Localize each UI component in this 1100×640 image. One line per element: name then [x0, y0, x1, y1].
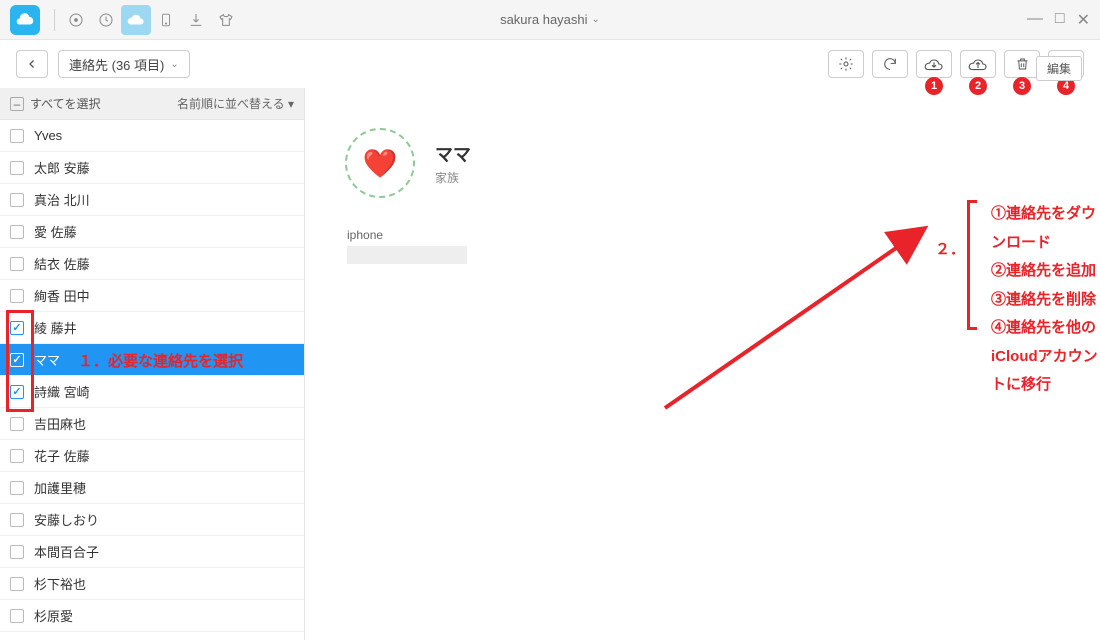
contact-checkbox[interactable] [10, 193, 24, 207]
contact-checkbox[interactable] [10, 609, 24, 623]
sort-arrow-icon: ▾ [288, 97, 294, 111]
annotation-legend-line: ①連絡先をダウンロード [991, 200, 1100, 257]
contact-detail-pane: ❤️ ママ 家族 iphone ２． ①連絡先をダウンロード②連絡先を追加③連絡… [305, 88, 1100, 640]
contact-row-name: 綾 藤井 [34, 318, 77, 337]
annotation-arrow [635, 188, 955, 428]
annotation-legend-line: ③連絡先を削除 [991, 286, 1100, 315]
download-icon[interactable] [181, 5, 211, 35]
contact-row-name: 杉原愛 [34, 606, 73, 625]
breadcrumb-dropdown[interactable]: 連絡先 (36 項目) ⌄ [58, 50, 190, 78]
divider [54, 9, 55, 31]
toolbar: 連絡先 (36 項目) ⌄ 1 2 3 4 [0, 40, 1100, 88]
contact-row[interactable]: 絢香 田中 [0, 280, 304, 312]
contact-row-name: 真治 北川 [34, 190, 90, 209]
contact-row-name: 結衣 佐藤 [34, 254, 90, 273]
breadcrumb-label: 連絡先 (36 項目) [69, 55, 164, 74]
account-dropdown[interactable]: sakura hayashi ⌄ [500, 12, 600, 27]
contact-row[interactable]: 吉田麻也 [0, 408, 304, 440]
contact-row[interactable]: 本間百合子 [0, 536, 304, 568]
select-all-toggle[interactable]: – すべてを選択 [10, 95, 100, 112]
contact-checkbox[interactable] [10, 129, 24, 143]
chevron-down-icon: ⌄ [170, 59, 178, 70]
contact-row-name: 絢香 田中 [34, 286, 90, 305]
sort-dropdown[interactable]: 名前順に並べ替える ▾ [177, 95, 294, 112]
annotation-step2-label: ２． [935, 238, 965, 259]
contact-checkbox[interactable] [10, 513, 24, 527]
delete-button[interactable]: 3 [1004, 50, 1040, 78]
phone-field-value-redacted [347, 246, 467, 264]
contact-row-name: 杉下裕也 [34, 574, 86, 593]
contact-row-name: 加護里穂 [34, 478, 86, 497]
contact-row-name: 吉田麻也 [34, 414, 86, 433]
cloud-upload-button[interactable]: 2 [960, 50, 996, 78]
contact-checkbox[interactable] [10, 449, 24, 463]
contact-row-name: 愛 佐藤 [34, 222, 77, 241]
cloud-download-button[interactable]: 1 [916, 50, 952, 78]
contact-row-name: 花子 佐藤 [34, 446, 90, 465]
phone-icon[interactable] [151, 5, 181, 35]
cloud-icon[interactable] [121, 5, 151, 35]
edit-tooltip: 編集 [1036, 56, 1082, 81]
maximize-button[interactable]: □ [1055, 10, 1065, 30]
contact-row[interactable]: 綾 藤井 [0, 312, 304, 344]
contact-row-name: ママ [34, 350, 60, 369]
contact-checkbox[interactable] [10, 161, 24, 175]
title-bar: sakura hayashi ⌄ — □ ✕ [0, 0, 1100, 40]
window-controls: — □ ✕ [1027, 10, 1090, 30]
contact-row[interactable]: 安藤しおり [0, 504, 304, 536]
minimize-button[interactable]: — [1027, 10, 1043, 30]
annotation-legend-line: ④連絡先を他のiCloudアカウントに移行 [991, 314, 1100, 400]
select-all-label: すべてを選択 [30, 95, 100, 112]
contact-row[interactable]: 太郎 安藤 [0, 152, 304, 184]
settings-button[interactable] [828, 50, 864, 78]
contact-row-name: 本間百合子 [34, 542, 99, 561]
contact-checkbox[interactable] [10, 353, 24, 367]
contact-row[interactable]: 杉下裕也 [0, 568, 304, 600]
contact-group: 家族 [435, 169, 471, 186]
shirt-icon[interactable] [211, 5, 241, 35]
close-button[interactable]: ✕ [1077, 10, 1090, 30]
contact-row-name: Yves [34, 128, 62, 143]
contact-row-name: 詩織 宮崎 [34, 382, 90, 401]
contact-checkbox[interactable] [10, 481, 24, 495]
annotation-legend-line: ②連絡先を追加 [991, 257, 1100, 286]
sort-label: 名前順に並べ替える [177, 97, 285, 111]
contact-checkbox[interactable] [10, 545, 24, 559]
contact-row[interactable]: 花子 佐藤 [0, 440, 304, 472]
music-icon[interactable] [61, 5, 91, 35]
app-logo-icon [10, 5, 40, 35]
annotation-step1-label: １．必要な連絡先を選択 [78, 350, 243, 371]
contact-checkbox[interactable] [10, 289, 24, 303]
annotation-bracket [967, 200, 981, 330]
contact-checkbox[interactable] [10, 225, 24, 239]
contact-row[interactable]: 杉原愛 [0, 600, 304, 632]
annotation-legend: ①連絡先をダウンロード②連絡先を追加③連絡先を削除④連絡先を他のiCloudアカ… [991, 200, 1100, 400]
contact-row[interactable]: 愛 佐藤 [0, 216, 304, 248]
contact-checkbox[interactable] [10, 257, 24, 271]
contact-checkbox[interactable] [10, 577, 24, 591]
contact-row[interactable]: 真治 北川 [0, 184, 304, 216]
back-button[interactable] [16, 50, 48, 78]
contact-name: ママ [435, 141, 471, 167]
contact-row-name: 安藤しおり [34, 510, 99, 529]
contact-row[interactable]: 詩織 宮崎 [0, 376, 304, 408]
contact-checkbox[interactable] [10, 321, 24, 335]
contact-checkbox[interactable] [10, 385, 24, 399]
account-name: sakura hayashi [500, 12, 587, 27]
clock-icon[interactable] [91, 5, 121, 35]
refresh-button[interactable] [872, 50, 908, 78]
contact-rows-container: Yves 太郎 安藤真治 北川愛 佐藤結衣 佐藤絢香 田中綾 藤井ママ詩織 宮崎吉… [0, 120, 304, 632]
contact-row[interactable]: 加護里穂 [0, 472, 304, 504]
contact-checkbox[interactable] [10, 417, 24, 431]
chevron-down-icon: ⌄ [592, 14, 600, 25]
contact-row[interactable]: 結衣 佐藤 [0, 248, 304, 280]
indeterminate-checkbox-icon: – [10, 97, 24, 111]
contact-row[interactable]: Yves [0, 120, 304, 152]
list-header: – すべてを選択 名前順に並べ替える ▾ [0, 88, 304, 120]
contact-avatar: ❤️ [345, 128, 415, 198]
contact-row-name: 太郎 安藤 [34, 158, 90, 177]
